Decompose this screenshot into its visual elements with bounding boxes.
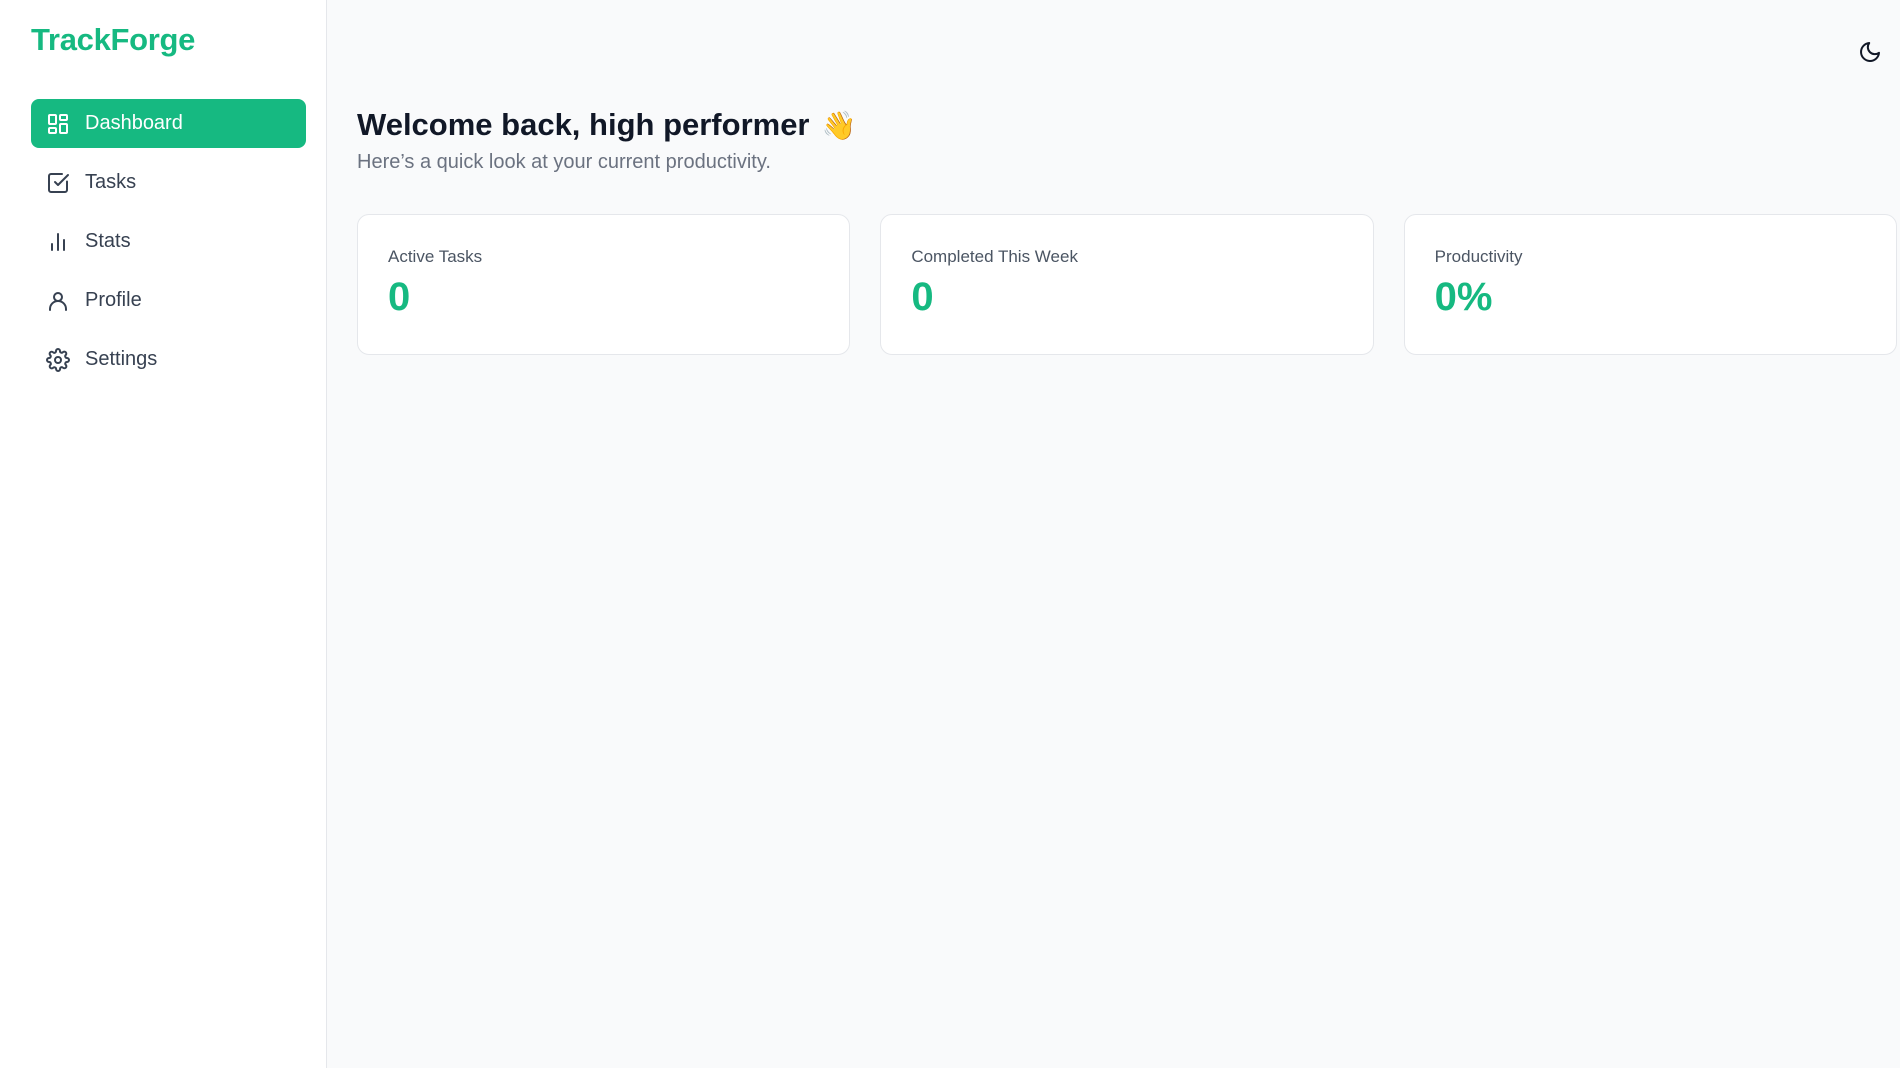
page-subtitle: Here’s a quick look at your current prod… bbox=[357, 151, 771, 173]
stat-card-label: Completed This Week bbox=[911, 247, 1078, 266]
stat-card-productivity: Productivity 0% bbox=[1403, 214, 1897, 355]
gear-icon bbox=[46, 347, 70, 372]
stats-cards: Active Tasks 0 Completed This Week 0 Pro… bbox=[357, 214, 1897, 355]
stat-card-label: Active Tasks bbox=[388, 247, 483, 266]
check-square-icon bbox=[46, 171, 70, 195]
dashboard-grid-icon bbox=[46, 112, 70, 136]
sidebar-item-tasks[interactable]: Tasks bbox=[31, 158, 306, 207]
sidebar-item-label: Dashboard bbox=[85, 112, 183, 134]
moon-icon bbox=[1858, 40, 1882, 64]
sidebar-item-settings[interactable]: Settings bbox=[31, 335, 306, 384]
sidebar-nav: Dashboard Tasks Stats Profile Settings bbox=[31, 99, 306, 384]
sidebar-item-label: Settings bbox=[85, 348, 158, 370]
sidebar-item-label: Stats bbox=[85, 230, 131, 252]
sidebar-item-label: Tasks bbox=[85, 171, 137, 193]
sidebar-item-dashboard[interactable]: Dashboard bbox=[31, 99, 306, 148]
stat-card-completed-this-week: Completed This Week 0 bbox=[880, 214, 1374, 355]
stat-card-label: Productivity bbox=[1434, 247, 1523, 266]
sidebar: TrackForge Dashboard Tasks Stats Profile… bbox=[0, 0, 327, 1068]
page-title: Welcome back, high performer 👋 bbox=[357, 105, 1900, 145]
bar-chart-icon bbox=[46, 230, 70, 254]
stat-card-value: 0 bbox=[388, 275, 411, 319]
stat-card-value: 0 bbox=[911, 275, 934, 319]
stat-card-value: 0% bbox=[1434, 275, 1493, 319]
app-shell: TrackForge Dashboard Tasks Stats Profile… bbox=[0, 0, 1900, 1068]
main-content: Welcome back, high performer 👋 Here’s a … bbox=[327, 0, 1900, 1068]
brand-logo[interactable]: TrackForge bbox=[31, 0, 306, 99]
waving-hand-icon: 👋 bbox=[821, 109, 857, 141]
sidebar-item-profile[interactable]: Profile bbox=[31, 276, 306, 325]
sidebar-item-label: Profile bbox=[85, 289, 142, 311]
theme-toggle-button[interactable] bbox=[1856, 38, 1884, 66]
user-icon bbox=[46, 289, 70, 313]
stat-card-active-tasks: Active Tasks 0 bbox=[357, 214, 851, 355]
sidebar-item-stats[interactable]: Stats bbox=[31, 217, 306, 266]
page-title-text: Welcome back, high performer bbox=[357, 107, 810, 142]
